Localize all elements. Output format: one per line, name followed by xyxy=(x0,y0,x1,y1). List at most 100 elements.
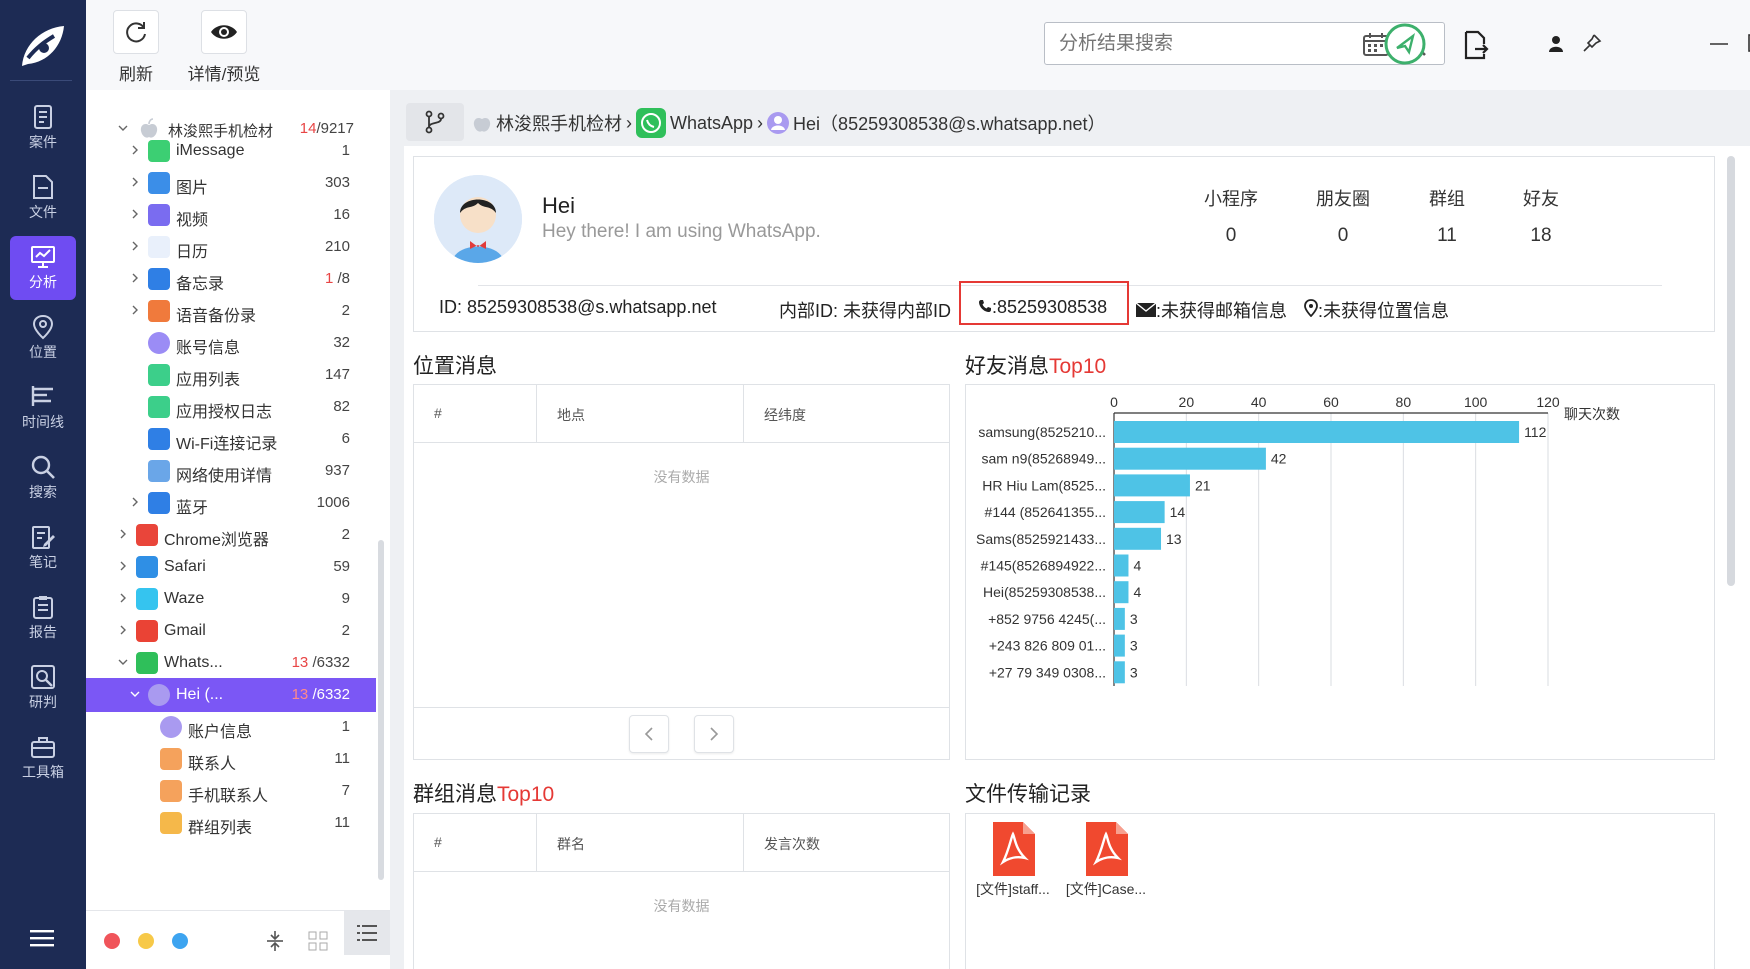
nav-item-report[interactable]: 报告 xyxy=(10,586,76,650)
chevron-down-icon[interactable] xyxy=(118,657,128,667)
nav-item-judgment[interactable]: 研判 xyxy=(10,656,76,720)
chevron-right-icon[interactable] xyxy=(130,273,140,283)
chevron-right-icon[interactable] xyxy=(130,209,140,219)
breadcrumb-item[interactable]: 林浚熙手机检材 xyxy=(496,110,622,136)
bar xyxy=(1114,447,1266,470)
chevron-down-icon[interactable] xyxy=(118,123,128,133)
chevron-right-icon[interactable] xyxy=(118,529,128,539)
tree-item[interactable]: Waze 9 xyxy=(86,582,376,616)
tree-item[interactable]: 应用授权日志 82 xyxy=(86,390,376,424)
tree-item[interactable]: iMessage 1 xyxy=(86,134,376,168)
chevron-right-icon[interactable] xyxy=(118,593,128,603)
stat-mini-programs[interactable]: 小程序 0 xyxy=(1186,185,1276,247)
file-item[interactable]: [文件]staff... xyxy=(968,822,1058,899)
tree-item[interactable]: Wi-Fi连接记录 6 xyxy=(86,422,376,456)
breadcrumb-item[interactable]: WhatsApp xyxy=(670,113,753,134)
tree-item[interactable]: 联系人 11 xyxy=(86,742,376,776)
tree-item[interactable]: 应用列表 147 xyxy=(86,358,376,392)
chevron-right-icon[interactable] xyxy=(130,305,140,315)
nav-item-document[interactable]: 案件 xyxy=(10,96,76,160)
stat-groups[interactable]: 群组 11 xyxy=(1402,185,1492,247)
tree-item[interactable]: 手机联系人 7 xyxy=(86,774,376,808)
column-header[interactable]: # xyxy=(434,834,442,850)
chevron-right-icon xyxy=(710,727,719,741)
tree-item[interactable]: 蓝牙 1006 xyxy=(86,486,376,520)
tree-item[interactable]: Whats... 13 /6332 xyxy=(86,646,376,680)
category-label: #145(8526894922... xyxy=(981,558,1106,574)
nav-item-location-pin[interactable]: 位置 xyxy=(10,306,76,370)
red-dot[interactable] xyxy=(104,933,120,949)
pin-icon[interactable] xyxy=(1582,33,1602,53)
tree-item[interactable]: 账户信息 1 xyxy=(86,710,376,744)
yellow-dot[interactable] xyxy=(138,933,154,949)
column-header[interactable]: 地点 xyxy=(557,405,585,425)
tree-item-count: 16 xyxy=(333,206,350,223)
tree-item[interactable]: 备忘录 1 /8 xyxy=(86,262,376,296)
tree-item[interactable]: 账号信息 32 xyxy=(86,326,376,360)
x-tick-label: 20 xyxy=(1179,394,1195,410)
nav-item-monitor-analysis[interactable]: 分析 xyxy=(10,236,76,300)
chevron-right-icon[interactable] xyxy=(118,561,128,571)
next-page-button[interactable] xyxy=(694,715,734,753)
nav-item-label: 案件 xyxy=(29,134,57,150)
chevron-right-icon[interactable] xyxy=(130,241,140,251)
breadcrumb-separator: › xyxy=(757,112,764,133)
nav-item-timeline[interactable]: 时间线 xyxy=(10,376,76,440)
tree-item[interactable]: Gmail 2 xyxy=(86,614,376,648)
bar xyxy=(1114,501,1165,524)
category-label: HR Hiu Lam(8525... xyxy=(982,477,1106,493)
user-icon[interactable] xyxy=(1548,35,1564,53)
export-file-icon[interactable] xyxy=(1463,30,1489,60)
chevron-right-icon[interactable] xyxy=(130,177,140,187)
tree-scrollbar[interactable] xyxy=(378,540,384,880)
tree-item[interactable]: Hei (... 13 /6332 xyxy=(86,678,376,712)
chevron-right-icon[interactable] xyxy=(130,145,140,155)
column-header[interactable]: 经纬度 xyxy=(764,405,806,425)
blue-dot[interactable] xyxy=(172,933,188,949)
detail-preview-button[interactable]: 详情/预览 xyxy=(174,10,274,85)
tree-item[interactable]: 日历 210 xyxy=(86,230,376,264)
tree-item[interactable]: 语音备份录 2 xyxy=(86,294,376,328)
voice-memo-icon xyxy=(148,300,170,322)
grid-view-icon[interactable] xyxy=(308,931,328,951)
tree-item-label: Hei (... xyxy=(176,686,224,703)
nav-item-toolbox[interactable]: 工具箱 xyxy=(10,726,76,790)
tree-item-count: 1006 xyxy=(316,494,350,511)
location-section-title: 位置消息 xyxy=(413,355,497,378)
group-section-title: 群组消息Top10 xyxy=(413,783,555,806)
main-scrollbar[interactable] xyxy=(1727,156,1735,586)
status-shield-icon[interactable] xyxy=(1383,22,1427,66)
tree-item-count: 82 xyxy=(333,398,350,415)
hamburger-menu-icon[interactable] xyxy=(30,928,54,948)
nav-item-label: 位置 xyxy=(29,344,57,360)
tree-item[interactable]: 群组列表 11 xyxy=(86,806,376,840)
nav-item-file[interactable]: 文件 xyxy=(10,166,76,230)
tree-item[interactable]: 图片 303 xyxy=(86,166,376,200)
evidence-tree: 林浚熙手机检材 14/9217 iMessage 1 图片 303 视频 16 日历 210 备… xyxy=(86,90,390,969)
minimize-icon[interactable] xyxy=(1710,42,1728,46)
nav-item-search[interactable]: 搜索 xyxy=(10,446,76,510)
search-input[interactable] xyxy=(1059,31,1339,57)
column-header[interactable]: 群名 xyxy=(557,834,585,854)
safari-icon xyxy=(136,556,158,578)
chevron-right-icon[interactable] xyxy=(130,497,140,507)
column-header[interactable]: # xyxy=(434,405,442,421)
list-view-button[interactable] xyxy=(344,911,390,955)
chevron-right-icon[interactable] xyxy=(118,625,128,635)
tree-item[interactable]: Safari 59 xyxy=(86,550,376,584)
tree-item[interactable]: Chrome浏览器 2 xyxy=(86,518,376,552)
chevron-down-icon[interactable] xyxy=(130,689,140,699)
nav-item-notes[interactable]: 笔记 xyxy=(10,516,76,580)
branch-button[interactable] xyxy=(406,103,464,141)
tree-item[interactable]: 视频 16 xyxy=(86,198,376,232)
refresh-button[interactable]: 刷新 xyxy=(96,10,176,85)
file-item[interactable]: [文件]Case... xyxy=(1061,822,1151,899)
tree-item[interactable]: 网络使用详情 937 xyxy=(86,454,376,488)
collapse-icon[interactable] xyxy=(266,929,284,953)
column-header[interactable]: 发言次数 xyxy=(764,834,820,854)
stat-friends[interactable]: 好友 18 xyxy=(1496,185,1586,247)
stat-moments[interactable]: 朋友圈 0 xyxy=(1298,185,1388,247)
previous-page-button[interactable] xyxy=(629,715,669,753)
account-icon xyxy=(148,332,170,354)
group-list-icon xyxy=(160,812,182,834)
